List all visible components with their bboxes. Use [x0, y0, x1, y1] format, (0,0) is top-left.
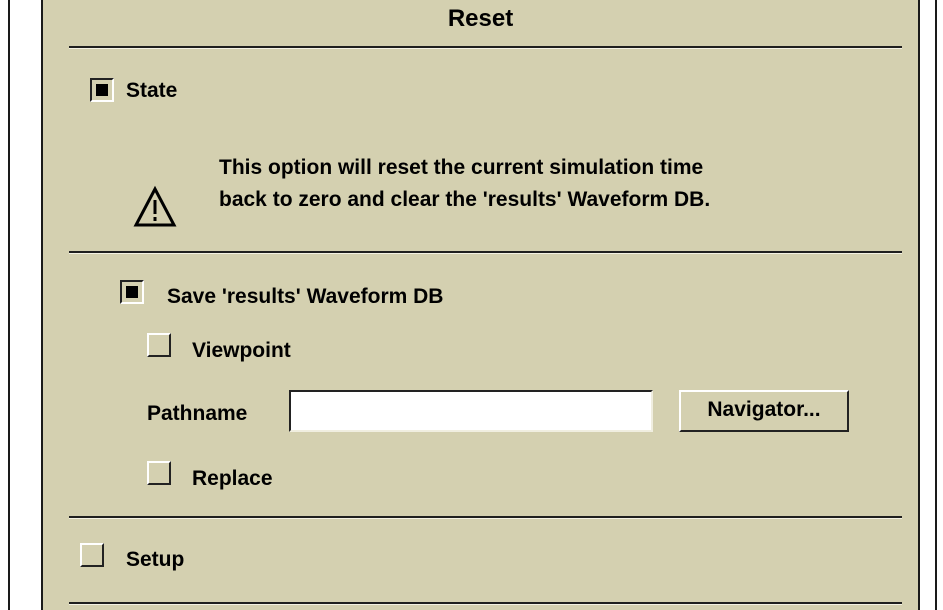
- outer-frame-line-right: [935, 0, 937, 610]
- dialog-title: Reset: [447, 5, 514, 32]
- save-separator: [69, 516, 902, 519]
- state-checkbox[interactable]: [90, 78, 114, 102]
- title-separator: [69, 46, 902, 49]
- state-label: State: [126, 79, 178, 102]
- navigator-button[interactable]: Navigator...: [679, 390, 849, 432]
- warning-triangle-icon: [133, 185, 177, 227]
- state-separator: [69, 251, 902, 254]
- save-results-checkbox[interactable]: [120, 280, 144, 304]
- setup-checkbox[interactable]: [80, 543, 104, 567]
- viewpoint-checkbox[interactable]: [147, 333, 171, 357]
- save-results-label: Save 'results' Waveform DB: [167, 285, 444, 308]
- warning-message-line-2: back to zero and clear the 'results' Wav…: [219, 188, 711, 211]
- pathname-label: Pathname: [147, 402, 248, 425]
- outer-frame-line-left: [8, 0, 10, 610]
- setup-separator: [69, 602, 902, 605]
- warning-message: This option will reset the current simul…: [219, 152, 710, 216]
- viewpoint-label: Viewpoint: [192, 339, 291, 362]
- reset-dialog-panel: Reset State This option will reset the c…: [41, 0, 920, 610]
- warning-message-line-1: This option will reset the current simul…: [219, 156, 704, 179]
- replace-checkbox[interactable]: [147, 461, 171, 485]
- replace-label: Replace: [192, 467, 273, 490]
- pathname-input[interactable]: [289, 390, 653, 432]
- setup-label: Setup: [126, 548, 185, 571]
